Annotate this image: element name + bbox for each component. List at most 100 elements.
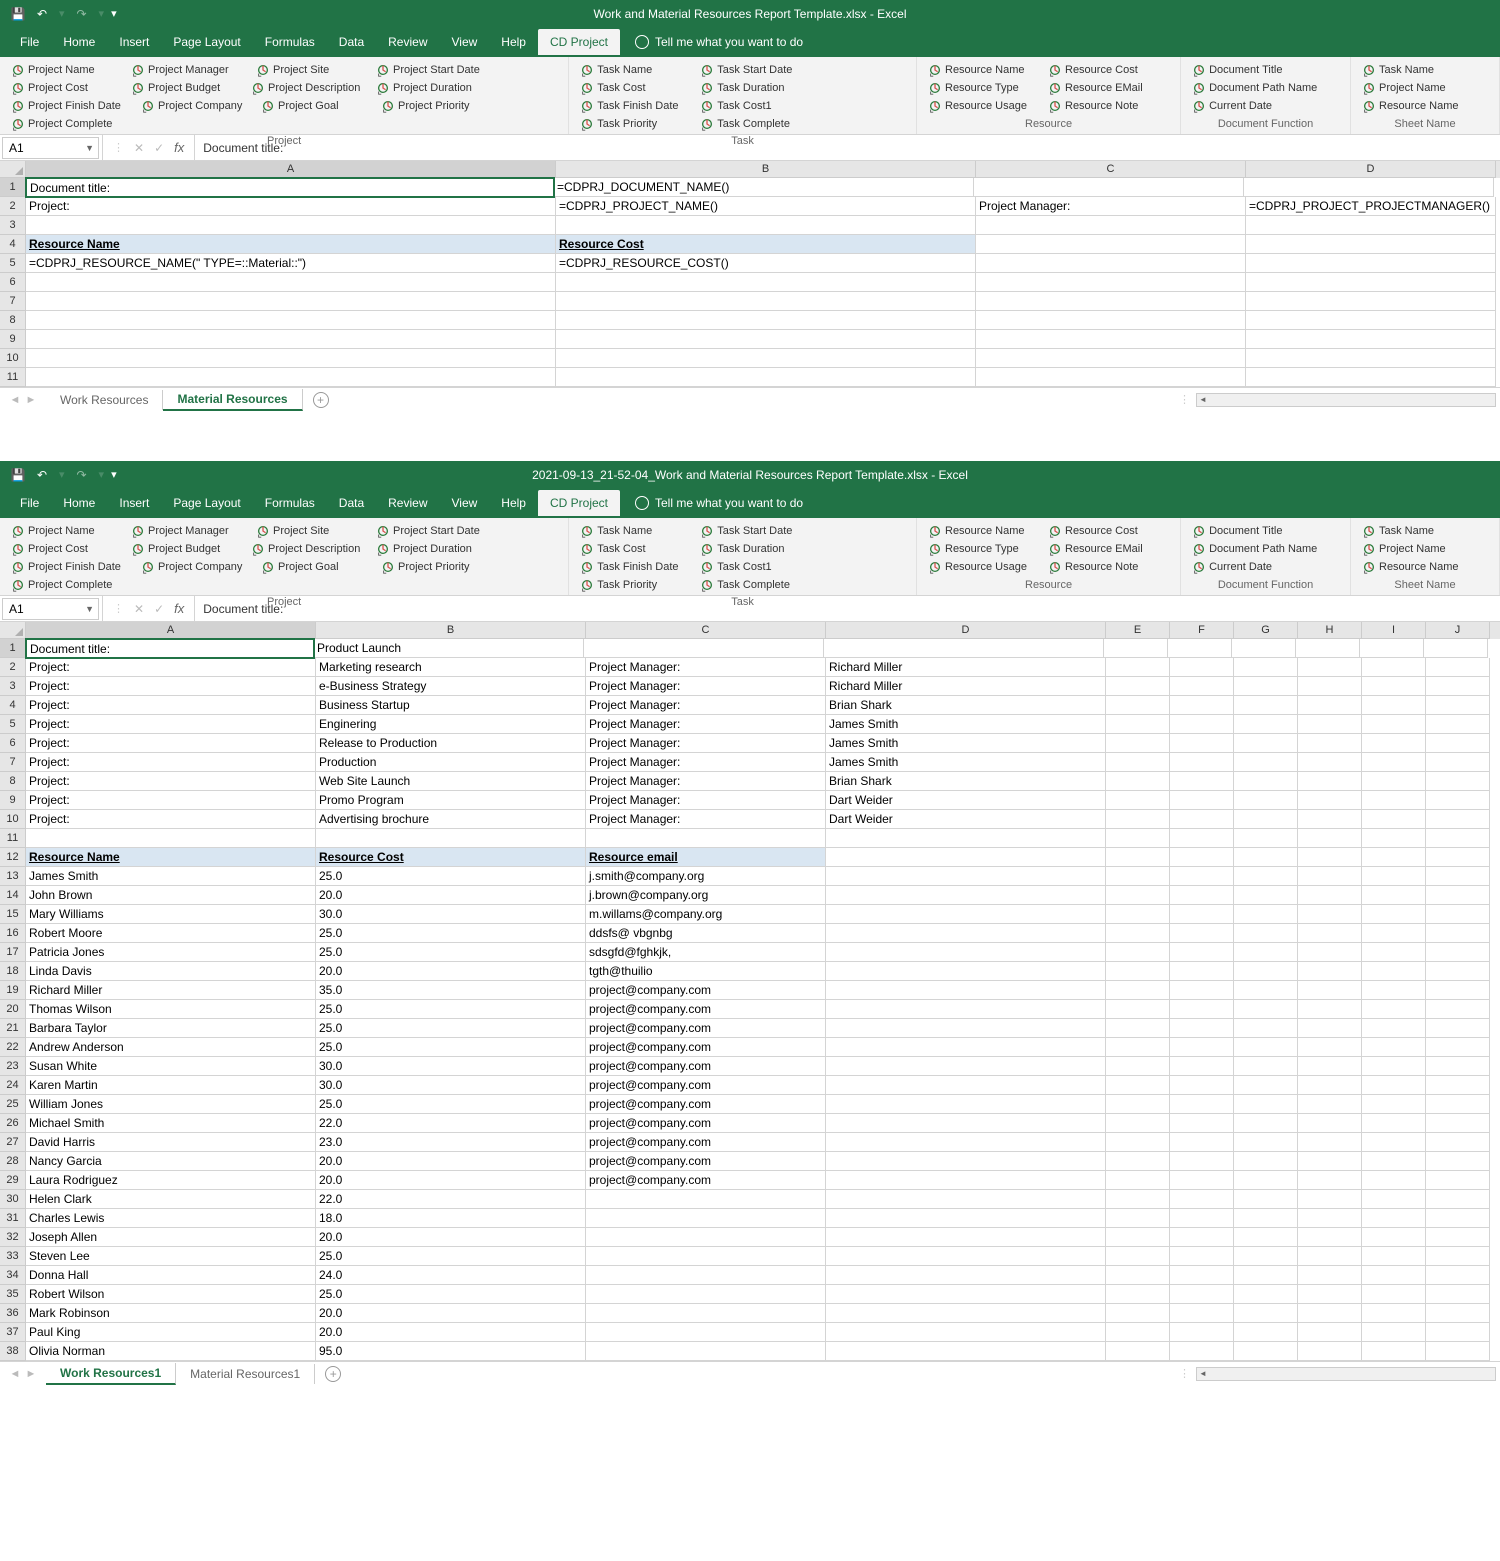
cell[interactable] bbox=[1106, 1095, 1170, 1114]
cell[interactable] bbox=[1234, 1266, 1298, 1285]
cell[interactable]: 23.0 bbox=[316, 1133, 586, 1152]
cell[interactable]: John Brown bbox=[26, 886, 316, 905]
cell[interactable] bbox=[826, 1304, 1106, 1323]
menu-home[interactable]: Home bbox=[51, 490, 107, 516]
cell[interactable] bbox=[1234, 1114, 1298, 1133]
save-icon[interactable]: 💾 bbox=[8, 4, 28, 24]
menu-formulas[interactable]: Formulas bbox=[253, 29, 327, 55]
ribbon-project-site[interactable]: Project Site bbox=[251, 61, 371, 79]
cell[interactable] bbox=[1246, 368, 1496, 387]
cell[interactable] bbox=[826, 1342, 1106, 1361]
cell[interactable] bbox=[826, 924, 1106, 943]
cancel-formula-icon[interactable]: ✕ bbox=[134, 602, 144, 616]
save-icon[interactable]: 💾 bbox=[8, 465, 28, 485]
row-header[interactable]: 15 bbox=[0, 905, 26, 924]
cell[interactable]: project@company.com bbox=[586, 1019, 826, 1038]
ribbon-resource-type[interactable]: Resource Type bbox=[923, 79, 1043, 97]
cell[interactable] bbox=[1106, 924, 1170, 943]
cell[interactable] bbox=[826, 1266, 1106, 1285]
undo-icon[interactable]: ↶ bbox=[32, 465, 52, 485]
cell[interactable] bbox=[1106, 1057, 1170, 1076]
col-header-h[interactable]: H bbox=[1298, 622, 1362, 639]
cell[interactable] bbox=[1362, 905, 1426, 924]
cell[interactable] bbox=[1362, 1057, 1426, 1076]
cell[interactable] bbox=[1106, 1323, 1170, 1342]
cell[interactable] bbox=[1362, 962, 1426, 981]
cell[interactable] bbox=[1234, 1095, 1298, 1114]
cell[interactable] bbox=[1106, 1228, 1170, 1247]
cell[interactable]: Project: bbox=[26, 658, 316, 677]
ribbon-document-title[interactable]: Document Title bbox=[1187, 522, 1337, 540]
cell[interactable] bbox=[586, 1323, 826, 1342]
row-header[interactable]: 23 bbox=[0, 1057, 26, 1076]
tell-me[interactable]: Tell me what you want to do bbox=[635, 496, 803, 510]
cell[interactable] bbox=[1106, 1076, 1170, 1095]
tab-prev-icon[interactable]: ◄ bbox=[8, 394, 22, 406]
cell[interactable]: Andrew Anderson bbox=[26, 1038, 316, 1057]
cell[interactable] bbox=[1426, 1114, 1490, 1133]
cell[interactable]: Enginering bbox=[316, 715, 586, 734]
cell[interactable] bbox=[1106, 1133, 1170, 1152]
col-header-d[interactable]: D bbox=[826, 622, 1106, 639]
cell[interactable] bbox=[1234, 734, 1298, 753]
row-header[interactable]: 29 bbox=[0, 1171, 26, 1190]
cell[interactable] bbox=[556, 330, 976, 349]
cell[interactable]: Project Manager: bbox=[976, 197, 1246, 216]
cell[interactable] bbox=[556, 273, 976, 292]
cell[interactable]: project@company.com bbox=[586, 1171, 826, 1190]
cell[interactable]: Document title: bbox=[25, 177, 555, 198]
cell[interactable] bbox=[1426, 734, 1490, 753]
cell[interactable] bbox=[1106, 1038, 1170, 1057]
cell[interactable]: =CDPRJ_PROJECT_NAME() bbox=[556, 197, 976, 216]
cell[interactable] bbox=[1362, 1076, 1426, 1095]
cell[interactable] bbox=[1106, 734, 1170, 753]
cell[interactable] bbox=[826, 1095, 1106, 1114]
cell[interactable] bbox=[1170, 1304, 1234, 1323]
cell[interactable] bbox=[1246, 254, 1496, 273]
cell[interactable] bbox=[1106, 943, 1170, 962]
cell[interactable] bbox=[26, 292, 556, 311]
row-header[interactable]: 12 bbox=[0, 848, 26, 867]
cell[interactable] bbox=[826, 1038, 1106, 1057]
select-all-corner[interactable] bbox=[0, 161, 26, 178]
cell[interactable] bbox=[1170, 1095, 1234, 1114]
cell[interactable] bbox=[1298, 1114, 1362, 1133]
cell[interactable] bbox=[1234, 1076, 1298, 1095]
cell[interactable] bbox=[586, 1190, 826, 1209]
cell[interactable] bbox=[1234, 867, 1298, 886]
row-header[interactable]: 5 bbox=[0, 715, 26, 734]
cell[interactable] bbox=[1170, 1057, 1234, 1076]
cell[interactable] bbox=[586, 1266, 826, 1285]
cell[interactable] bbox=[1170, 1266, 1234, 1285]
ribbon-project-priority[interactable]: Project Priority bbox=[376, 97, 501, 115]
cell[interactable] bbox=[826, 1190, 1106, 1209]
ribbon-project-name[interactable]: Project Name bbox=[1357, 79, 1487, 97]
menu-view[interactable]: View bbox=[440, 29, 490, 55]
cell[interactable] bbox=[1170, 715, 1234, 734]
cell[interactable] bbox=[1170, 1285, 1234, 1304]
sheet-tab-material-resources[interactable]: Material Resources bbox=[163, 389, 302, 411]
tab-next-icon[interactable]: ► bbox=[24, 1368, 38, 1380]
row-header[interactable]: 19 bbox=[0, 981, 26, 1000]
cell[interactable] bbox=[1170, 924, 1234, 943]
cell[interactable]: Project Manager: bbox=[586, 696, 826, 715]
cell[interactable]: Donna Hall bbox=[26, 1266, 316, 1285]
cell[interactable]: project@company.com bbox=[586, 1000, 826, 1019]
menu-formulas[interactable]: Formulas bbox=[253, 490, 327, 516]
cell[interactable] bbox=[1246, 235, 1496, 254]
cell[interactable]: 25.0 bbox=[316, 924, 586, 943]
cell[interactable] bbox=[26, 349, 556, 368]
row-header[interactable]: 7 bbox=[0, 292, 26, 311]
ribbon-task-finish-date[interactable]: Task Finish Date bbox=[575, 97, 695, 115]
ribbon-resource-name[interactable]: Resource Name bbox=[923, 522, 1043, 540]
ribbon-task-name[interactable]: Task Name bbox=[575, 522, 695, 540]
ribbon-project-cost[interactable]: Project Cost bbox=[6, 540, 126, 558]
cell[interactable] bbox=[1362, 658, 1426, 677]
cell[interactable] bbox=[1362, 1342, 1426, 1361]
cell[interactable] bbox=[1234, 1133, 1298, 1152]
cell[interactable] bbox=[976, 235, 1246, 254]
ribbon-resource-note[interactable]: Resource Note bbox=[1043, 558, 1163, 576]
cell[interactable] bbox=[1296, 639, 1360, 658]
menu-help[interactable]: Help bbox=[489, 29, 538, 55]
row-header[interactable]: 10 bbox=[0, 349, 26, 368]
